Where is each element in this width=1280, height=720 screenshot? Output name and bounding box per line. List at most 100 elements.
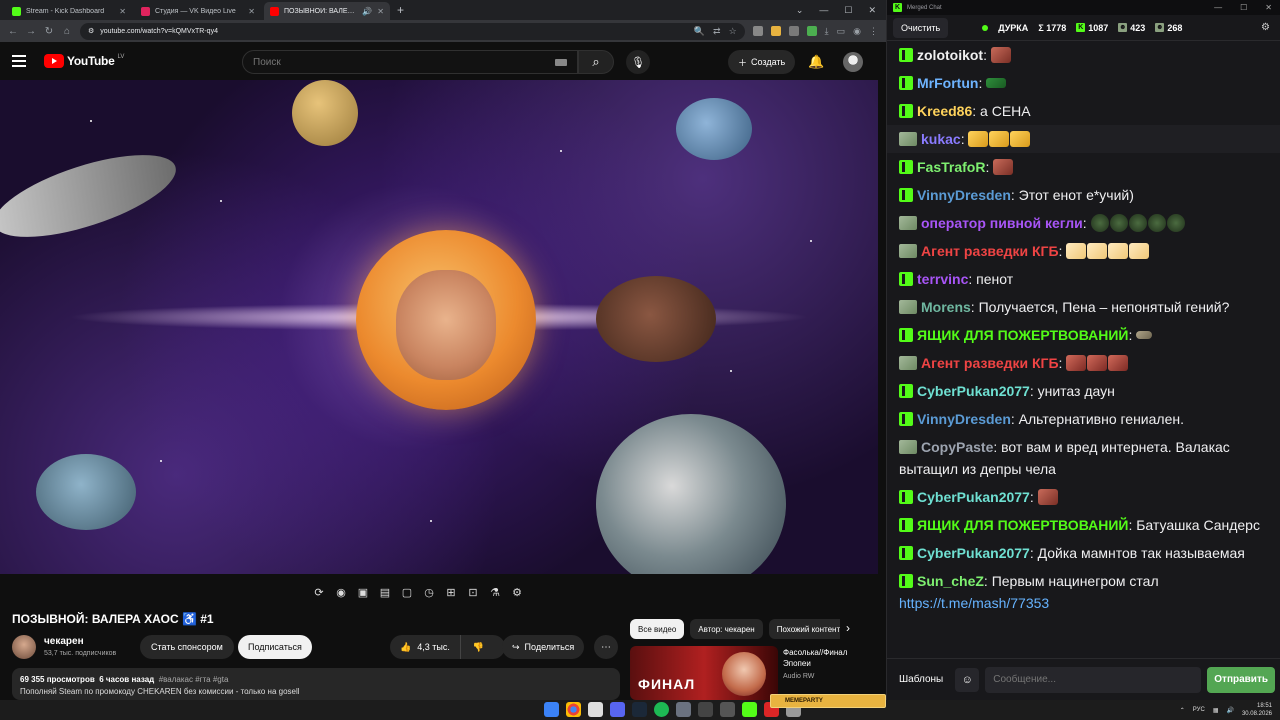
share-button[interactable]: ↪ Поделиться — [502, 635, 585, 659]
chat-username[interactable]: FasTrafoR — [917, 159, 985, 175]
chat-username[interactable]: ЯЩИК ДЛЯ ПОЖЕРТВОВАНИЙ — [917, 517, 1128, 533]
zoom-icon[interactable]: 🔍 — [694, 26, 705, 37]
site-info-icon[interactable]: ⚙ — [88, 27, 94, 35]
profile-icon[interactable]: ◉ — [853, 26, 861, 37]
lab-icon[interactable]: ⚗ — [488, 586, 502, 599]
recommended-video-author[interactable]: Audio RW — [783, 673, 814, 680]
pip-icon[interactable]: ▢ — [400, 586, 414, 599]
chat-username[interactable]: Агент разведки КГБ — [921, 243, 1059, 259]
hamburger-menu-icon[interactable] — [12, 55, 26, 67]
home-icon[interactable]: ⌂ — [62, 26, 72, 37]
audio-icon[interactable]: ◉ — [334, 586, 348, 599]
maximize-icon[interactable]: ☐ — [1240, 3, 1247, 12]
voice-search-button[interactable]: 🎙 — [626, 50, 650, 74]
channel-name[interactable]: чекарен — [44, 636, 84, 647]
camera-icon[interactable]: ⊡ — [466, 586, 480, 599]
create-button[interactable]: ＋ Создать — [728, 50, 796, 74]
chat-username[interactable]: VinnyDresden — [917, 187, 1011, 203]
chat-username[interactable]: VinnyDresden — [917, 411, 1011, 427]
chat-username[interactable]: Morens — [921, 299, 971, 315]
extension-icon[interactable] — [752, 25, 763, 36]
send-button[interactable]: Отправить — [1207, 666, 1275, 693]
chip-author[interactable]: Автор: чекарен — [690, 619, 763, 639]
chat-username[interactable]: CyberPukan2077 — [917, 489, 1030, 505]
chat-message-list[interactable]: zolotoikot: MrFortun: Kreed86: а СЕНА kuk… — [887, 41, 1280, 658]
tab-vk-video[interactable]: Студия — VK Видео Live ✕ — [135, 2, 261, 20]
translate-icon[interactable]: ⇄ — [713, 26, 721, 37]
back-icon[interactable]: ← — [8, 26, 18, 37]
clear-button[interactable]: Очистить — [893, 17, 949, 38]
chevron-right-icon[interactable]: › — [846, 621, 850, 635]
chat-username[interactable]: zolotoikot — [917, 47, 983, 63]
volume-icon[interactable]: 🔊 — [1226, 707, 1233, 714]
chat-settings-gear-icon[interactable]: ⚙ — [1261, 22, 1270, 33]
chat-username[interactable]: CopyPaste — [921, 439, 993, 455]
menu-icon[interactable]: ⋮ — [869, 26, 878, 37]
chat-username[interactable]: terrvinc — [917, 271, 968, 287]
tray-expand-icon[interactable]: ⌃ — [1180, 707, 1185, 714]
chat-username[interactable]: оператор пивной кегли — [921, 215, 1083, 231]
kick-app-icon[interactable] — [742, 702, 757, 717]
chat-username[interactable]: Агент разведки КГБ — [921, 355, 1059, 371]
search-button[interactable]: ⌕ — [578, 50, 614, 74]
chat-link[interactable]: https://t.me/mash/77353 — [899, 595, 1049, 611]
minimize-icon[interactable]: — — [819, 5, 828, 15]
settings-gear-icon[interactable]: ⚙ — [510, 586, 524, 599]
message-input[interactable] — [985, 666, 1202, 693]
extension-icon[interactable] — [788, 25, 799, 36]
bookmark-star-icon[interactable]: ☆ — [729, 26, 737, 37]
loop-icon[interactable]: ⟳ — [312, 586, 326, 599]
account-avatar[interactable] — [843, 52, 863, 72]
tab-close-icon[interactable]: ✕ — [119, 7, 126, 16]
app-icon[interactable] — [720, 702, 735, 717]
forward-icon[interactable]: → — [26, 26, 36, 37]
new-tab-button[interactable]: + — [393, 3, 408, 17]
speaker-icon[interactable]: 🔊 — [362, 7, 372, 16]
chat-username[interactable]: MrFortun — [917, 75, 978, 91]
tab-close-icon[interactable]: ✕ — [248, 7, 255, 16]
chip-similar[interactable]: Похожий контент — [768, 619, 840, 639]
like-button[interactable]: 👍 4,3 тыс. — [390, 635, 461, 659]
video-player[interactable] — [0, 80, 878, 574]
tab-close-icon[interactable]: ✕ — [377, 7, 384, 16]
address-bar[interactable]: ⚙ youtube.com/watch?v=kQMVxTR-qy4 🔍 ⇄ ☆ — [80, 22, 745, 40]
sponsor-button[interactable]: Стать спонсором — [140, 635, 234, 659]
reload-icon[interactable]: ↻ — [44, 26, 54, 37]
chat-username[interactable]: Sun_cheZ — [917, 573, 984, 589]
spotify-icon[interactable] — [654, 702, 669, 717]
chrome-icon[interactable] — [566, 702, 581, 717]
screenshot-icon[interactable]: ▣ — [356, 586, 370, 599]
taskbar-popup[interactable]: MEMEPARTY — [770, 694, 886, 708]
speed-icon[interactable]: ◷ — [422, 586, 436, 599]
minimize-icon[interactable]: — — [1214, 3, 1222, 12]
app-icon[interactable] — [676, 702, 691, 717]
add-icon[interactable]: ⊞ — [444, 586, 458, 599]
clip-icon[interactable]: ▤ — [378, 586, 392, 599]
tab-search-icon[interactable]: ⌄ — [796, 5, 804, 16]
subscribe-button[interactable]: Подписаться — [238, 635, 312, 659]
emoji-button[interactable]: ☺ — [955, 667, 980, 692]
extension-icon[interactable] — [806, 25, 817, 36]
sidebar-icon[interactable]: ▭ — [837, 26, 846, 37]
close-window-icon[interactable]: ✕ — [868, 5, 876, 16]
search-input[interactable] — [253, 56, 555, 68]
chat-username[interactable]: CyberPukan2077 — [917, 383, 1030, 399]
templates-button[interactable]: Шаблоны — [893, 668, 949, 692]
app-icon[interactable] — [632, 702, 647, 717]
recommended-video-thumbnail[interactable]: ФИНАЛ — [630, 646, 778, 700]
more-actions-button[interactable]: ⋯ — [594, 635, 618, 659]
app-icon[interactable] — [698, 702, 713, 717]
download-icon[interactable]: ⤓ — [825, 26, 829, 37]
start-icon[interactable] — [544, 702, 559, 717]
app-icon[interactable] — [610, 702, 625, 717]
chat-username[interactable]: ЯЩИК ДЛЯ ПОЖЕРТВОВАНИЙ — [917, 327, 1128, 343]
app-icon[interactable] — [588, 702, 603, 717]
description-box[interactable]: 69 355 просмотров 6 часов назад #валакас… — [12, 668, 620, 700]
chip-all-videos[interactable]: Все видео — [630, 619, 685, 639]
keyboard-icon[interactable] — [555, 58, 567, 66]
recommended-video-title[interactable]: Фасолька//Финал Эпопеи — [783, 647, 873, 669]
chat-username[interactable]: kukac — [921, 131, 961, 147]
language-indicator[interactable]: РУС — [1193, 707, 1205, 713]
notifications-bell-icon[interactable]: 🔔 — [808, 54, 824, 70]
channel-avatar[interactable] — [12, 635, 36, 659]
